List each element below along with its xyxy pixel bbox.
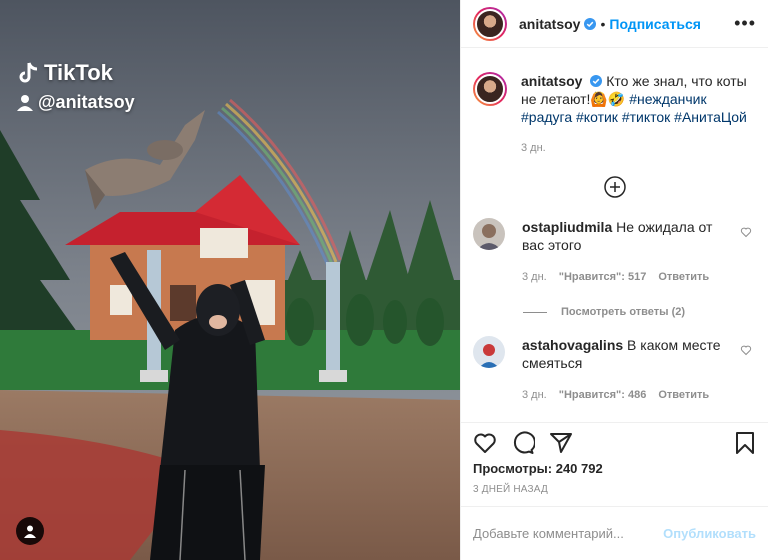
- more-options-button[interactable]: •••: [734, 13, 756, 34]
- follow-button[interactable]: Подписаться: [609, 16, 701, 32]
- caption-text-block: anitatsoy Кто же знал, что коты не летаю…: [521, 72, 756, 126]
- comment-meta: 3 дн. "Нравится": 517 Ответить: [522, 268, 732, 286]
- caption-username[interactable]: anitatsoy: [521, 73, 582, 89]
- comment-meta: 3 дн. "Нравится": 486 Ответить: [522, 386, 732, 404]
- comment-body: ostapliudmila Не ожидала от вас этого 3 …: [522, 218, 756, 286]
- comment-item: astahovagalins В каком месте смеяться 3 …: [473, 336, 756, 404]
- bookmark-icon[interactable]: [734, 431, 756, 455]
- avatar[interactable]: [473, 336, 505, 368]
- hashtag-link[interactable]: #нежданчик: [629, 91, 706, 107]
- post-details-panel: anitatsoy • Подписаться ••• anitatsoy Кт…: [460, 0, 768, 560]
- comment-username[interactable]: astahovagalins: [522, 337, 623, 353]
- reply-button[interactable]: Ответить: [658, 268, 709, 286]
- user-tags-button[interactable]: [16, 517, 44, 545]
- hashtag-link[interactable]: #котик: [576, 109, 618, 125]
- comment-time[interactable]: 3 дн.: [522, 386, 547, 404]
- views-count[interactable]: Просмотры: 240 792: [473, 461, 756, 476]
- view-replies-button[interactable]: Посмотреть ответы (2): [523, 306, 756, 318]
- separator-dot: •: [600, 15, 606, 32]
- tiktok-logo-icon: [19, 62, 38, 83]
- post-header: anitatsoy • Подписаться •••: [461, 0, 768, 48]
- tiktok-label: TikTok: [44, 60, 113, 85]
- verified-badge-icon: [590, 75, 603, 87]
- comment-body: astahovagalins В каком месте смеяться 3 …: [522, 336, 756, 404]
- person-icon: [17, 94, 33, 111]
- avatar[interactable]: [473, 72, 507, 106]
- verified-badge-icon: [584, 17, 597, 30]
- tiktok-handle: @anitatsoy: [16, 92, 135, 113]
- avatar[interactable]: [473, 6, 507, 41]
- like-comment-heart-icon[interactable]: [740, 226, 752, 238]
- post-video[interactable]: TikTok @anitatsoy: [0, 0, 460, 560]
- comment-composer: Опубликовать: [461, 506, 768, 560]
- comment-likes[interactable]: "Нравится": 486: [559, 386, 647, 404]
- tiktok-watermark: TikTok: [16, 60, 113, 86]
- share-icon[interactable]: [549, 431, 573, 455]
- comment-time[interactable]: 3 дн.: [522, 268, 547, 286]
- action-bar: [473, 427, 756, 459]
- load-more-comments-button[interactable]: [473, 176, 756, 198]
- like-comment-heart-icon[interactable]: [740, 344, 752, 356]
- view-replies-label: Посмотреть ответы (2): [561, 306, 686, 318]
- hashtag-link[interactable]: #радуга: [521, 109, 572, 125]
- views-value: 240 792: [555, 461, 603, 476]
- post-date[interactable]: 3 ДНЕЙ НАЗАД: [473, 484, 756, 495]
- comments-list[interactable]: anitatsoy Кто же знал, что коты не летаю…: [461, 60, 768, 422]
- comment-icon[interactable]: [511, 431, 535, 455]
- comment-input[interactable]: [473, 526, 664, 541]
- like-heart-icon[interactable]: [473, 431, 497, 455]
- post-actions: Просмотры: 240 792 3 ДНЕЙ НАЗАД: [461, 422, 768, 495]
- hashtag-link[interactable]: #тикток: [622, 109, 670, 125]
- caption-body: anitatsoy Кто же знал, что коты не летаю…: [507, 72, 756, 154]
- tiktok-handle-text: @anitatsoy: [38, 92, 135, 112]
- plus-circle-icon: [603, 176, 626, 198]
- reply-button[interactable]: Ответить: [658, 386, 709, 404]
- replies-line: [523, 311, 547, 313]
- author-username[interactable]: anitatsoy: [519, 16, 580, 32]
- hashtag-link[interactable]: #АнитаЦой: [674, 109, 747, 125]
- caption-time[interactable]: 3 дн.: [521, 142, 756, 154]
- comment-username[interactable]: ostapliudmila: [522, 219, 612, 235]
- publish-button[interactable]: Опубликовать: [663, 526, 756, 541]
- avatar[interactable]: [473, 218, 505, 250]
- views-label: Просмотры:: [473, 461, 553, 476]
- user-tag-icon: [24, 525, 36, 538]
- comment-likes[interactable]: "Нравится": 517: [559, 268, 647, 286]
- caption: anitatsoy Кто же знал, что коты не летаю…: [473, 72, 756, 154]
- comment-item: ostapliudmila Не ожидала от вас этого 3 …: [473, 218, 756, 286]
